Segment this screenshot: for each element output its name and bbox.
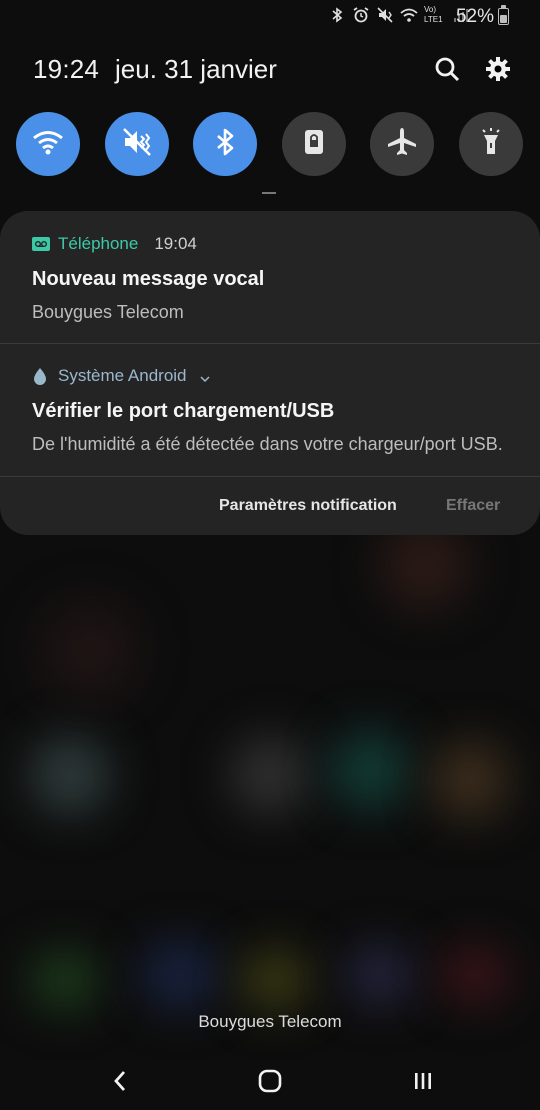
header-time: 19:24: [33, 54, 100, 84]
notification-settings-button[interactable]: Paramètres notification: [219, 497, 397, 515]
vibrate-icon: [120, 125, 154, 164]
lte-label: LTE1: [424, 15, 443, 24]
notification-header: Système Android: [32, 366, 211, 386]
notification-title: Nouveau message vocal: [32, 268, 265, 290]
wifi-icon: [400, 6, 418, 24]
alarm-icon: [352, 6, 370, 24]
notification-time: 19:04: [154, 234, 197, 253]
battery-icon: [498, 5, 509, 25]
carrier-label: Bouygues Telecom: [198, 1012, 342, 1031]
airplane-mode-toggle[interactable]: [370, 112, 434, 176]
wifi-toggle[interactable]: [16, 112, 80, 176]
notification-title: Vérifier le port chargement/USB: [32, 400, 335, 422]
rotation-lock-toggle[interactable]: [282, 112, 346, 176]
blurred-home-background: [0, 0, 540, 1110]
battery-percent: 52%: [455, 6, 494, 27]
notification-android-system[interactable]: Système Android Vérifier le port chargem…: [0, 344, 540, 476]
search-icon[interactable]: [434, 56, 460, 82]
recent-apps-icon[interactable]: [406, 1064, 440, 1098]
vibrate-icon: [376, 6, 394, 24]
clear-button[interactable]: Effacer: [446, 497, 500, 515]
notification-body: De l'humidité a été détectée dans votre …: [32, 434, 503, 454]
app-name: Téléphone: [58, 234, 139, 253]
notification-panel: Téléphone 19:04 Nouveau message vocal Bo…: [0, 211, 540, 535]
flashlight-icon: [474, 125, 508, 164]
battery-level: [500, 15, 507, 23]
notification-header: Téléphone 19:04: [32, 234, 197, 254]
header-date[interactable]: jeu. 31 janvier: [115, 54, 277, 85]
app-name: Système Android: [58, 366, 187, 385]
volte-lte-icon: Vo) LTE1: [424, 5, 446, 24]
volte-label: Vo): [424, 5, 437, 14]
home-icon[interactable]: [253, 1064, 287, 1098]
wifi-icon: [31, 125, 65, 164]
water-drop-icon: [32, 367, 48, 385]
bluetooth-icon: [208, 125, 242, 164]
status-bar: Vo) LTE1 52%: [0, 0, 540, 34]
gear-icon[interactable]: [485, 56, 511, 82]
panel-drag-handle[interactable]: [262, 192, 276, 194]
navigation-bar: [0, 1050, 540, 1110]
bluetooth-toggle[interactable]: [193, 112, 257, 176]
divider: [0, 476, 540, 477]
back-icon[interactable]: [103, 1064, 137, 1098]
airplane-icon: [385, 125, 419, 164]
status-icons: Vo) LTE1: [328, 5, 470, 24]
vibrate-toggle[interactable]: [105, 112, 169, 176]
screen-lock-icon: [297, 125, 331, 164]
voicemail-icon: [32, 236, 50, 252]
flashlight-toggle[interactable]: [459, 112, 523, 176]
chevron-down-icon[interactable]: [199, 370, 211, 383]
notification-body: Bouygues Telecom: [32, 302, 184, 322]
bluetooth-icon: [328, 6, 346, 24]
notification-voicemail[interactable]: Téléphone 19:04 Nouveau message vocal Bo…: [0, 211, 540, 343]
